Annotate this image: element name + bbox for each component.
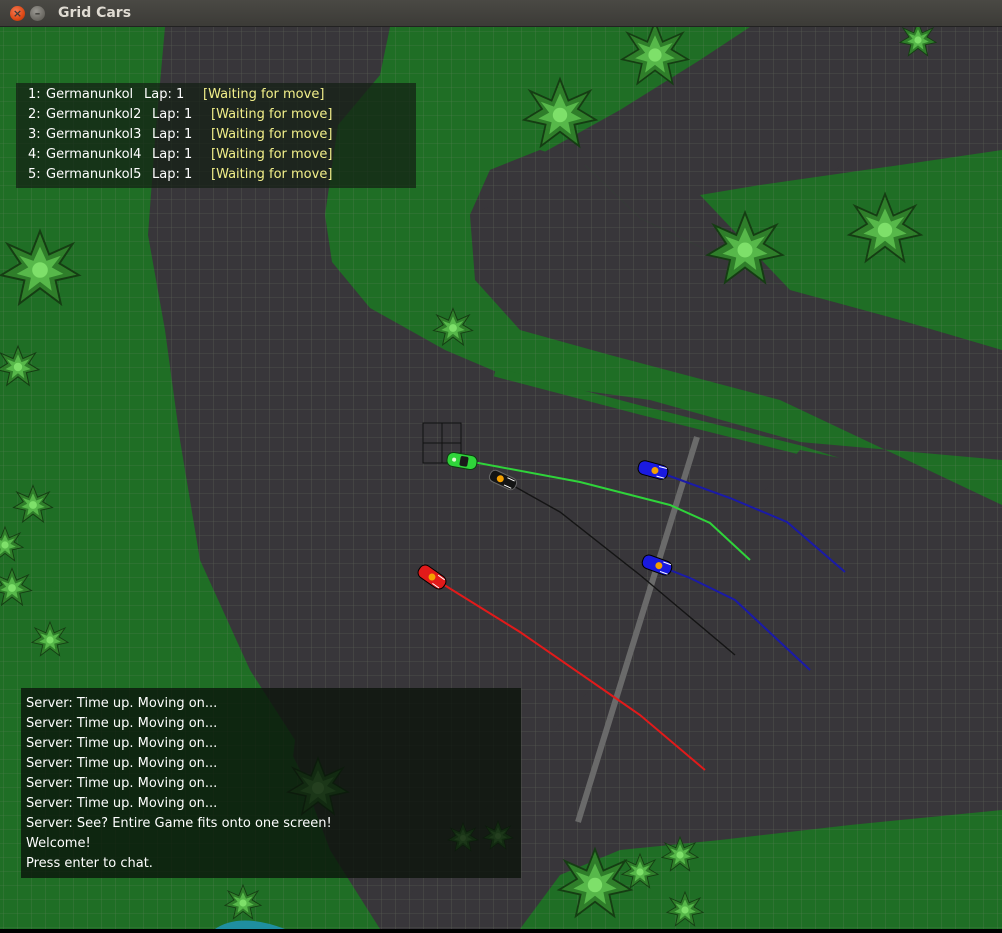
- player-status: [Waiting for move]: [211, 107, 333, 122]
- close-button[interactable]: ×: [10, 6, 25, 21]
- close-icon: ×: [12, 7, 23, 20]
- minimize-icon: –: [34, 7, 41, 20]
- player-rank: 1:: [28, 87, 41, 102]
- player-rank: 4:: [28, 147, 41, 162]
- player-lap: Lap: 1: [152, 127, 193, 142]
- player-status: [Waiting for move]: [203, 87, 325, 102]
- minimize-button[interactable]: –: [30, 6, 45, 21]
- chat-message: Server: Time up. Moving on...: [26, 696, 218, 711]
- player-lap: Lap: 1: [144, 87, 185, 102]
- player-rank: 5:: [28, 167, 41, 182]
- player-rank: 3:: [28, 127, 41, 142]
- player-name: Germanunkol3: [46, 127, 142, 142]
- player-name: Germanunkol: [46, 87, 134, 102]
- chat-message: Server: Time up. Moving on...: [26, 736, 218, 751]
- chat-message: Server: See? Entire Game fits onto one s…: [26, 816, 332, 831]
- player-status: [Waiting for move]: [211, 147, 333, 162]
- chat-message: Server: Time up. Moving on...: [26, 796, 218, 811]
- player-name: Germanunkol4: [46, 147, 142, 162]
- player-name: Germanunkol5: [46, 167, 142, 182]
- window-title: Grid Cars: [58, 5, 132, 21]
- player-status: [Waiting for move]: [211, 127, 333, 142]
- player-rank: 2:: [28, 107, 41, 122]
- chat-message: Server: Time up. Moving on...: [26, 756, 218, 771]
- game-window: × – Grid Cars 1: Germanunkol Lap: 1 [Wai…: [0, 0, 1002, 929]
- player-lap: Lap: 1: [152, 147, 193, 162]
- player-lap: Lap: 1: [152, 167, 193, 182]
- chat-message: Server: Time up. Moving on...: [26, 776, 218, 791]
- chat-message: Welcome!: [26, 836, 91, 851]
- chat-panel[interactable]: Server: Time up. Moving on... Server: Ti…: [21, 688, 521, 878]
- chat-prompt[interactable]: Press enter to chat.: [26, 856, 153, 871]
- player-lap: Lap: 1: [152, 107, 193, 122]
- player-status: [Waiting for move]: [211, 167, 333, 182]
- player-standings-panel: 1: Germanunkol Lap: 1 [Waiting for move]…: [16, 83, 416, 188]
- chat-message: Server: Time up. Moving on...: [26, 716, 218, 731]
- player-name: Germanunkol2: [46, 107, 142, 122]
- title-bar: × – Grid Cars: [0, 0, 1002, 27]
